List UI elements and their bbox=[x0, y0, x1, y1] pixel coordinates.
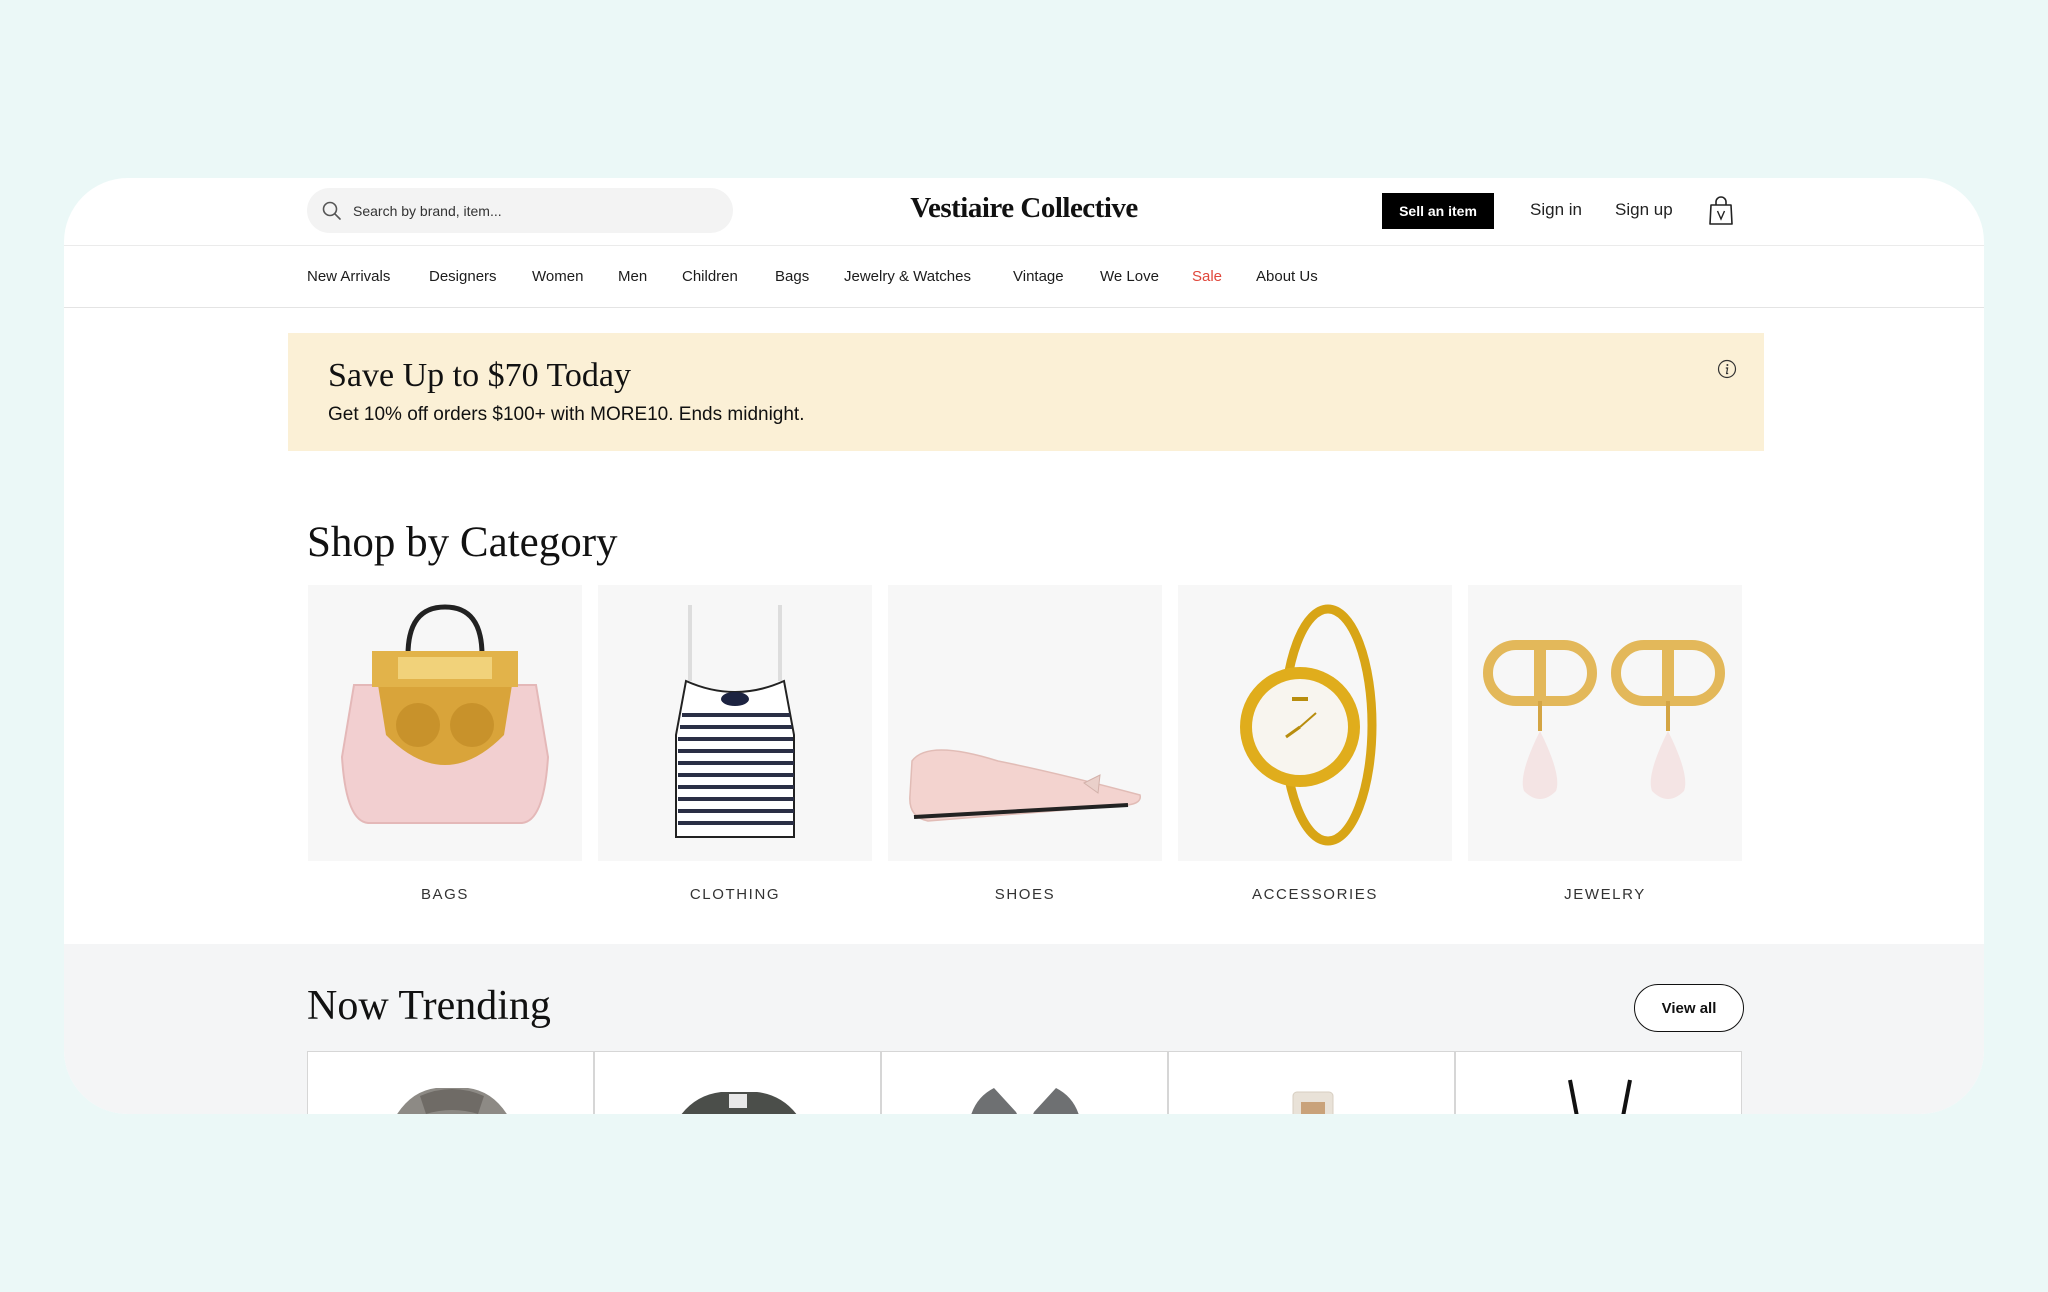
nav-jewelry-watches[interactable]: Jewelry & Watches bbox=[844, 268, 971, 285]
nav-vintage[interactable]: Vintage bbox=[1013, 268, 1064, 285]
shopping-bag-icon[interactable] bbox=[1708, 196, 1734, 226]
category-tile-jewelry[interactable] bbox=[1468, 585, 1742, 861]
trending-product-card[interactable] bbox=[881, 1051, 1168, 1114]
ballet-flat-image bbox=[909, 749, 1141, 822]
info-icon[interactable] bbox=[1717, 359, 1737, 379]
category-tile-shoes[interactable] bbox=[888, 585, 1162, 861]
trending-product-card[interactable] bbox=[1455, 1051, 1742, 1114]
category-tile-accessories[interactable] bbox=[1178, 585, 1452, 861]
search-input[interactable] bbox=[353, 202, 713, 219]
grey-blazer-image bbox=[971, 1088, 1079, 1114]
nav-bags[interactable]: Bags bbox=[775, 268, 809, 285]
now-trending-section: Now Trending View all bbox=[64, 944, 1984, 1114]
nav-designers[interactable]: Designers bbox=[429, 268, 497, 285]
sign-in-link[interactable]: Sign in bbox=[1530, 200, 1582, 220]
printed-bracelet-image bbox=[1292, 1091, 1334, 1114]
striped-tank-top-image bbox=[675, 605, 795, 838]
browser-viewport: Vestiaire Collective Sell an item Sign i… bbox=[64, 178, 1984, 1114]
nav-new-arrivals[interactable]: New Arrivals bbox=[307, 268, 390, 285]
nav-we-love[interactable]: We Love bbox=[1100, 268, 1159, 285]
category-tile-bags[interactable] bbox=[308, 585, 582, 861]
sell-an-item-button[interactable]: Sell an item bbox=[1382, 193, 1494, 229]
nav-women[interactable]: Women bbox=[532, 268, 583, 285]
fur-coat-image bbox=[397, 1088, 507, 1114]
now-trending-heading: Now Trending bbox=[307, 983, 551, 1029]
view-all-button[interactable]: View all bbox=[1634, 984, 1744, 1032]
category-label-jewelry[interactable]: JEWELRY bbox=[1468, 886, 1742, 903]
promo-subtitle: Get 10% off orders $100+ with MORE10. En… bbox=[328, 404, 805, 425]
category-label-shoes[interactable]: SHOES bbox=[888, 886, 1162, 903]
gold-watch-image bbox=[1240, 604, 1377, 846]
category-tile-clothing[interactable] bbox=[598, 585, 872, 861]
nav-about-us[interactable]: About Us bbox=[1256, 268, 1318, 285]
black-strap-top-image bbox=[1568, 1079, 1632, 1114]
category-label-bags[interactable]: BAGS bbox=[308, 886, 582, 903]
dark-jacket-image bbox=[681, 1092, 797, 1114]
nav-children[interactable]: Children bbox=[682, 268, 738, 285]
category-label-accessories[interactable]: ACCESSORIES bbox=[1178, 886, 1452, 903]
handbag-image bbox=[340, 604, 550, 824]
pearl-earrings-image bbox=[1483, 640, 1725, 799]
nav-men[interactable]: Men bbox=[618, 268, 647, 285]
search-bar[interactable] bbox=[307, 188, 733, 233]
nav-sale[interactable]: Sale bbox=[1192, 268, 1222, 285]
promo-title: Save Up to $70 Today bbox=[328, 357, 631, 394]
trending-product-card[interactable] bbox=[307, 1051, 594, 1114]
category-label-clothing[interactable]: CLOTHING bbox=[598, 886, 872, 903]
promo-banner[interactable]: Save Up to $70 Today Get 10% off orders … bbox=[288, 333, 1764, 451]
trending-product-card[interactable] bbox=[1168, 1051, 1455, 1114]
shop-by-category-heading: Shop by Category bbox=[307, 519, 618, 566]
trending-product-card[interactable] bbox=[594, 1051, 881, 1114]
main-nav: New Arrivals Designers Women Men Childre… bbox=[64, 246, 1984, 308]
top-bar: Vestiaire Collective Sell an item Sign i… bbox=[64, 178, 1984, 246]
search-icon bbox=[322, 201, 341, 220]
sign-up-link[interactable]: Sign up bbox=[1615, 200, 1673, 220]
